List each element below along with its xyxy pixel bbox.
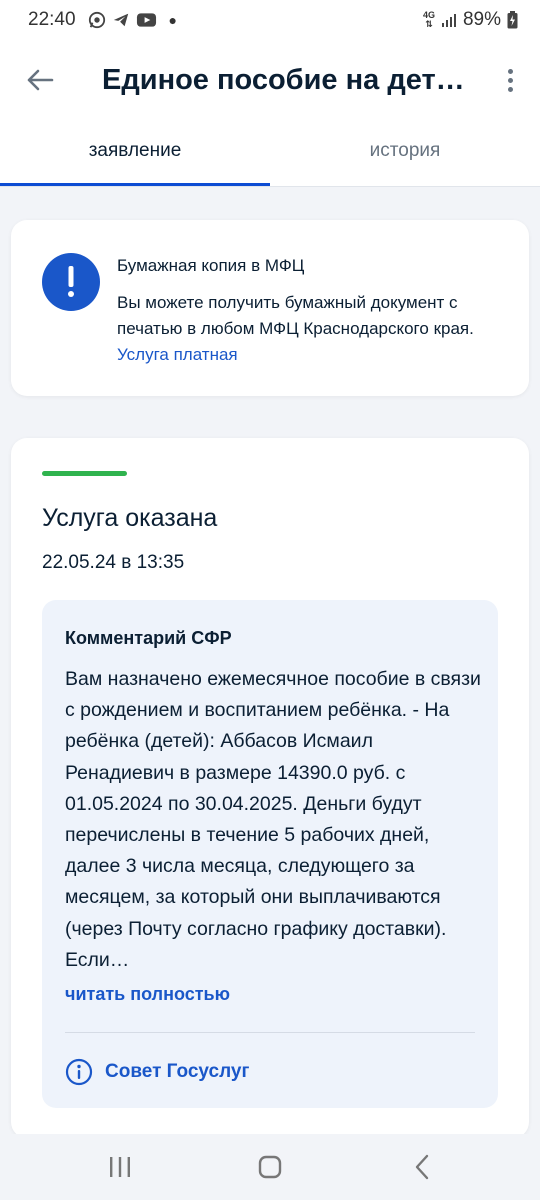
tab-bar: заявление история [0,122,540,186]
recent-apps-icon [110,1157,130,1177]
mfc-card-title: Бумажная копия в МФЦ [117,256,305,275]
more-dot [507,86,513,92]
more-notifications-dot: ● [168,12,178,28]
notification-icons: ● [88,11,177,29]
comment-title: Комментарий СФР [65,628,232,648]
status-left: 22:40 ● [28,9,177,31]
exclamation-icon [42,253,100,311]
info-icon [65,1058,93,1086]
system-navigation-bar [0,1134,540,1200]
arrow-left-icon [27,69,54,91]
tab-application[interactable]: заявление [0,122,270,186]
application-status-card: Услуга оказана 22.05.24 в 13:35 Коммента… [11,438,529,1138]
sfr-comment-box: Комментарий СФР Вам назначено ежемесячно… [42,600,498,1108]
more-dot [507,77,513,83]
more-dot [507,68,513,74]
home-icon [258,1155,282,1179]
youtube-icon [136,13,156,27]
read-more-link[interactable]: читать полностью [65,984,230,1005]
comment-divider [65,1032,475,1033]
mfc-card-text: Вы можете получить бумажный документ с п… [117,290,513,368]
more-options-button[interactable] [498,62,522,98]
app-bar: Единое пособие на дет… [0,40,540,122]
system-back-button[interactable] [402,1152,442,1182]
telegram-icon [113,13,128,27]
page-title: Единое пособие на дет… [102,64,465,96]
signal-icon [441,14,456,27]
home-button[interactable] [250,1152,290,1182]
comment-text: Вам назначено ежемесячное пособие в связ… [65,668,481,971]
app-screen: 22:40 ● 4G ⇅ 89% Единое пособие на дет… … [0,0,540,1200]
battery-charging-icon [507,11,518,29]
mfc-card-description: Вы можете получить бумажный документ с п… [117,293,474,338]
chevron-left-icon [415,1154,429,1180]
status-time: 22:40 [28,9,76,30]
data-arrows-icon: ⇅ [425,19,433,29]
paid-service-link[interactable]: Услуга платная [117,345,238,364]
whatsapp-icon [88,11,105,29]
network-indicator: 4G ⇅ [423,11,435,29]
recent-apps-button[interactable] [100,1152,140,1182]
status-title: Услуга оказана [42,504,218,532]
advice-label: Совет Госуслуг [105,1061,250,1082]
status-date: 22.05.24 в 13:35 [42,552,185,573]
status-indicator-bar [42,471,127,476]
tab-history[interactable]: история [270,122,540,186]
back-button[interactable] [22,62,58,98]
tabs-divider [0,186,540,187]
status-bar: 22:40 ● 4G ⇅ 89% [0,0,540,40]
status-right: 4G ⇅ 89% [423,9,518,31]
gosuslugi-advice-button[interactable]: Совет Госуслуг [65,1058,249,1086]
battery-percent: 89% [462,9,501,30]
mfc-paper-copy-card: Бумажная копия в МФЦ Вы можете получить … [11,220,529,396]
